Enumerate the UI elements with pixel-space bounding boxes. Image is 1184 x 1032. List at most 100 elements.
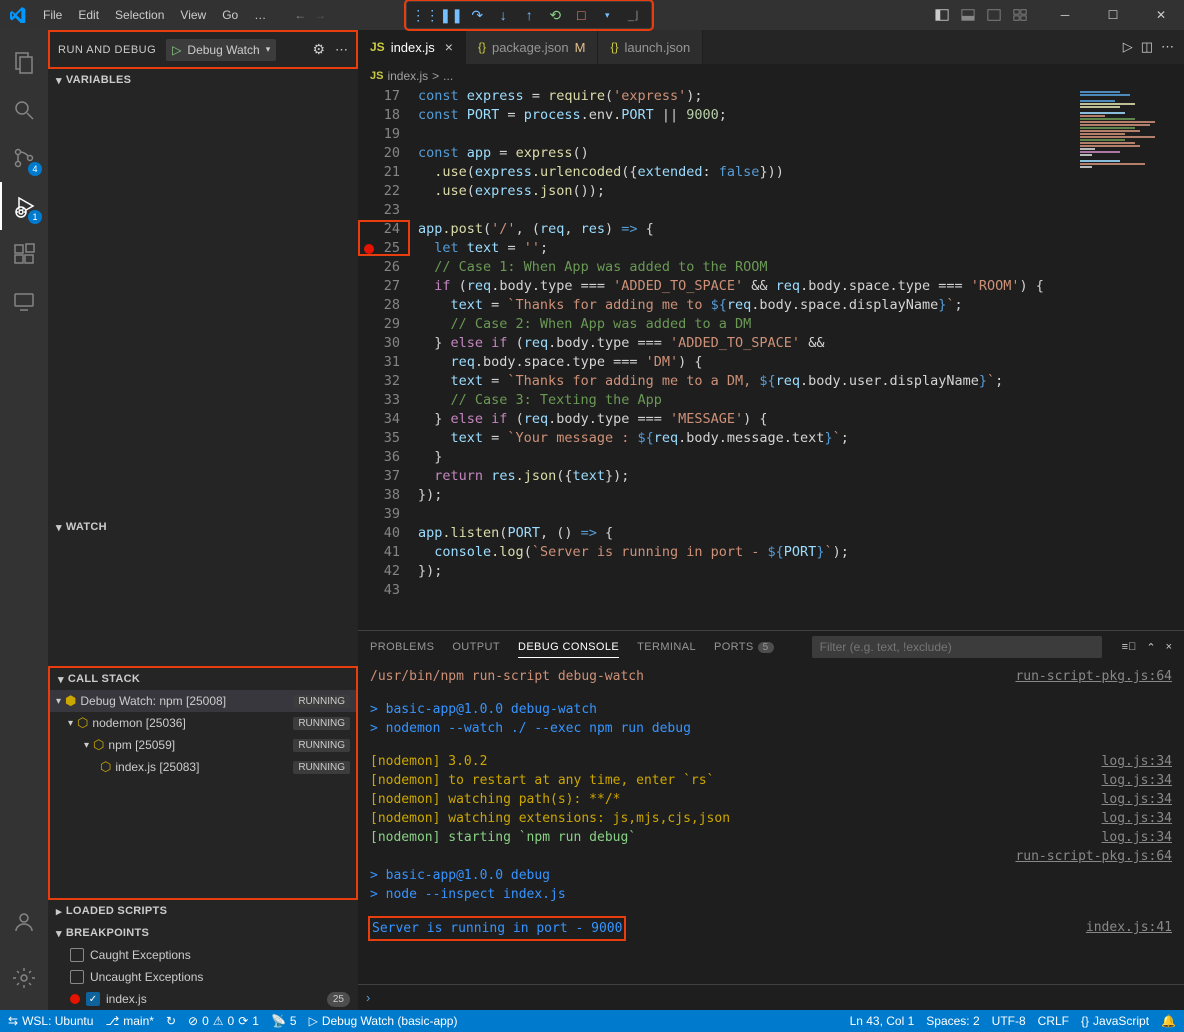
- status-bar: ⇆WSL: Ubuntu ⎇main* ↻ ⊘0 ⚠0 ⟳1 📡5 ▷Debug…: [0, 1010, 1184, 1032]
- editor[interactable]: 17const express = require('express'); 18…: [358, 87, 1184, 630]
- activity-scm-icon[interactable]: 4: [0, 134, 48, 182]
- window-close-button[interactable]: ✕: [1138, 0, 1184, 30]
- bp-caught-exceptions[interactable]: Caught Exceptions: [48, 944, 358, 966]
- activity-extensions-icon[interactable]: [0, 230, 48, 278]
- minimap[interactable]: [1076, 87, 1184, 227]
- chevron-down-icon: ▾: [266, 44, 271, 55]
- debug-restart-icon[interactable]: ⟲: [543, 4, 567, 26]
- watch-header[interactable]: ▾WATCH: [48, 516, 358, 538]
- debug-config-dropdown[interactable]: ▷ Debug Watch ▾: [166, 39, 276, 61]
- status-indent[interactable]: Spaces: 2: [926, 1014, 979, 1028]
- activity-explorer-icon[interactable]: [0, 38, 48, 86]
- status-remote[interactable]: ⇆WSL: Ubuntu: [8, 1014, 93, 1028]
- ports-badge: 5: [758, 642, 774, 653]
- layout-grid-icon[interactable]: [1008, 3, 1032, 27]
- loaded-scripts-header[interactable]: ▸LOADED SCRIPTS: [48, 900, 358, 922]
- debug-stop-icon[interactable]: □: [569, 4, 593, 26]
- tab-launch-json[interactable]: {}launch.json: [598, 30, 703, 64]
- console-filter-input[interactable]: [812, 636, 1102, 658]
- status-errors[interactable]: ⊘0 ⚠0 ⟳1: [188, 1014, 259, 1028]
- callstack-root[interactable]: ▾ ⬢ Debug Watch: npm [25008] RUNNING: [50, 690, 356, 712]
- panel-tab-debug-console[interactable]: DEBUG CONSOLE: [518, 637, 619, 658]
- checkbox-icon[interactable]: [70, 970, 84, 984]
- bug-icon: ⬡: [77, 715, 88, 731]
- activity-search-icon[interactable]: [0, 86, 48, 134]
- menu-go[interactable]: Go: [214, 0, 246, 30]
- status-cursor[interactable]: Ln 43, Col 1: [850, 1014, 915, 1028]
- debug-drag-icon[interactable]: ⋮⋮: [413, 4, 437, 26]
- debug-dropdown-icon[interactable]: ▾: [595, 4, 619, 26]
- menu-selection[interactable]: Selection: [107, 0, 172, 30]
- console-input[interactable]: ›: [358, 984, 1184, 1010]
- activity-remote-icon[interactable]: [0, 278, 48, 326]
- window-minimize-button[interactable]: ─: [1042, 0, 1088, 30]
- bug-icon: ⬢: [65, 693, 76, 709]
- panel-tab-problems[interactable]: PROBLEMS: [370, 637, 434, 657]
- callstack-npm[interactable]: ▾ ⬡ npm [25059] RUNNING: [50, 734, 356, 756]
- more-icon[interactable]: ⋯: [335, 42, 348, 58]
- scm-badge: 4: [28, 162, 42, 176]
- status-sync[interactable]: ↻: [166, 1014, 176, 1028]
- run-icon[interactable]: ▷: [1123, 39, 1133, 55]
- layout-left-icon[interactable]: [930, 3, 954, 27]
- bp-uncaught-exceptions[interactable]: Uncaught Exceptions: [48, 966, 358, 988]
- debug-console-icon[interactable]: _⌋: [621, 4, 645, 26]
- status-debug-session[interactable]: ▷Debug Watch (basic-app): [309, 1014, 458, 1028]
- status-ports[interactable]: 📡5: [271, 1014, 297, 1028]
- debug-step-out-icon[interactable]: ↑: [517, 4, 541, 26]
- panel-tab-terminal[interactable]: TERMINAL: [637, 637, 696, 657]
- menu-edit[interactable]: Edit: [70, 0, 107, 30]
- split-editor-icon[interactable]: ◫: [1141, 39, 1153, 55]
- callstack-index[interactable]: ⬡ index.js [25083] RUNNING: [50, 756, 356, 778]
- js-file-icon: JS: [370, 70, 383, 82]
- breakpoint-dot-icon: [70, 994, 80, 1004]
- server-running-output: Server is running in port - 9000: [370, 918, 624, 939]
- debug-step-into-icon[interactable]: ↓: [491, 4, 515, 26]
- menu-more[interactable]: …: [246, 0, 274, 30]
- breakpoints-header[interactable]: ▾BREAKPOINTS: [48, 922, 358, 944]
- menu-file[interactable]: File: [35, 0, 70, 30]
- layout-right-icon[interactable]: [982, 3, 1006, 27]
- panel-tab-output[interactable]: OUTPUT: [452, 637, 500, 657]
- callstack-header[interactable]: ▾CALL STACK: [50, 668, 356, 690]
- more-actions-icon[interactable]: ⋯: [1161, 39, 1174, 55]
- bp-file-index[interactable]: ✓index.js25: [48, 988, 358, 1010]
- debug-config-label: Debug Watch: [187, 43, 259, 57]
- breadcrumb[interactable]: JS index.js > ...: [358, 65, 1184, 87]
- status-git-branch[interactable]: ⎇main*: [105, 1014, 154, 1028]
- tab-index-js[interactable]: JSindex.js×: [358, 30, 466, 64]
- layout-bottom-icon[interactable]: [956, 3, 980, 27]
- debug-toolbar: ⋮⋮ ❚❚ ↷ ↓ ↑ ⟲ □ ▾ _⌋: [406, 1, 652, 29]
- status-language[interactable]: {} JavaScript: [1081, 1014, 1149, 1028]
- activity-debug-icon[interactable]: 1: [0, 182, 48, 230]
- status-notifications-icon[interactable]: 🔔: [1161, 1014, 1176, 1028]
- panel-chevron-up-icon[interactable]: ⌃: [1146, 641, 1155, 654]
- debug-pause-icon[interactable]: ❚❚: [439, 4, 463, 26]
- close-icon[interactable]: ×: [445, 39, 453, 55]
- activity-account-icon[interactable]: [0, 898, 48, 946]
- nav-back-icon[interactable]: ←: [294, 8, 306, 22]
- activity-settings-icon[interactable]: [0, 954, 48, 1002]
- status-encoding[interactable]: UTF-8: [992, 1014, 1026, 1028]
- play-icon: ▷: [172, 43, 181, 57]
- tab-package-json[interactable]: {}package.json M: [466, 30, 598, 64]
- debug-console-body[interactable]: /usr/bin/npm run-script debug-watchrun-s…: [358, 663, 1184, 984]
- checkbox-icon[interactable]: [70, 948, 84, 962]
- modified-indicator: M: [575, 40, 586, 55]
- gear-icon[interactable]: ⚙: [312, 41, 325, 58]
- json-file-icon: {}: [610, 40, 618, 54]
- clear-console-icon[interactable]: ≡⃠: [1122, 641, 1137, 654]
- panel-close-icon[interactable]: ×: [1166, 641, 1172, 654]
- window-maximize-button[interactable]: ☐: [1090, 0, 1136, 30]
- bp-line-badge: 25: [327, 992, 350, 1007]
- callstack-nodemon[interactable]: ▾ ⬡ nodemon [25036] RUNNING: [50, 712, 356, 734]
- debug-step-over-icon[interactable]: ↷: [465, 4, 489, 26]
- menu-view[interactable]: View: [172, 0, 214, 30]
- checkbox-checked-icon[interactable]: ✓: [86, 992, 100, 1006]
- variables-header[interactable]: ▾VARIABLES: [48, 69, 358, 91]
- bug-icon: ⬡: [100, 759, 111, 775]
- run-debug-title: RUN AND DEBUG: [58, 44, 156, 56]
- status-eol[interactable]: CRLF: [1038, 1014, 1069, 1028]
- nav-forward-icon[interactable]: →: [314, 8, 326, 22]
- panel-tab-ports[interactable]: PORTS5: [714, 637, 774, 657]
